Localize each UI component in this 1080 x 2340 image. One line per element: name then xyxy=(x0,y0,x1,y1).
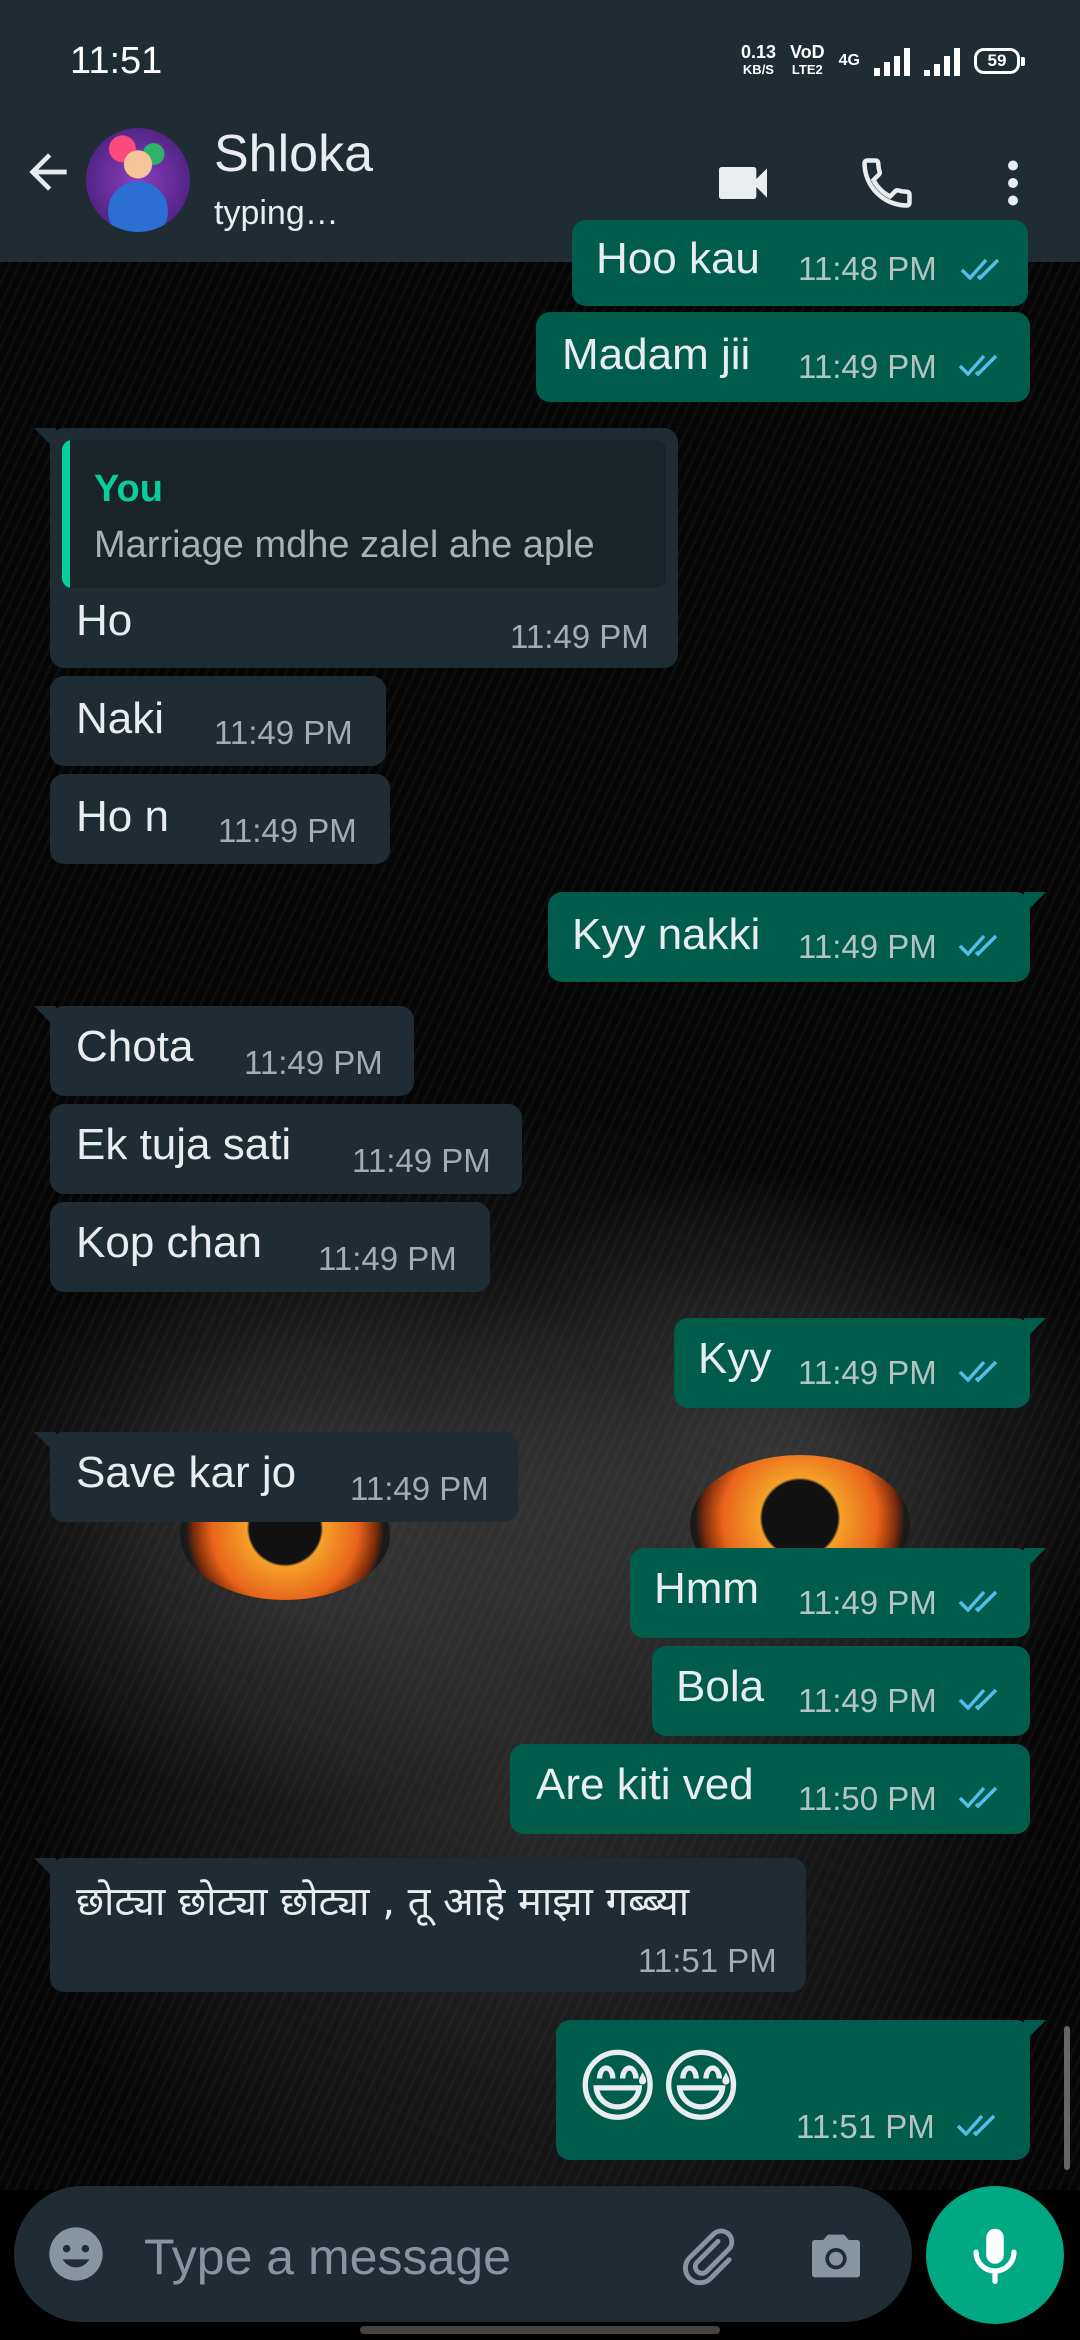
volte-indicator: VoD LTE2 xyxy=(789,42,825,77)
read-receipt-icon xyxy=(956,2114,996,2137)
scrollbar[interactable] xyxy=(1064,2026,1070,2170)
signal-icon xyxy=(874,46,910,76)
message-composer: Type a message xyxy=(14,2186,912,2322)
video-camera-icon[interactable] xyxy=(708,148,778,218)
message-text: छोट्या छोट्या छोट्या , तू आहे माझा गब्ब्… xyxy=(76,1879,690,1925)
message-text: Naki xyxy=(76,694,165,743)
message-outgoing[interactable]: Kyy nakki 11:49 PM xyxy=(548,892,1046,982)
message-time: 11:49 PM xyxy=(214,714,353,751)
message-text: Kyy nakki xyxy=(572,910,761,959)
message-time: 11:49 PM xyxy=(218,812,357,849)
message-incoming[interactable]: Ek tuja sati 11:49 PM xyxy=(50,1104,522,1194)
message-time: 11:49 PM xyxy=(350,1470,489,1507)
message-incoming[interactable]: छोट्या छोट्या छोट्या , तू आहे माझा गब्ब्… xyxy=(34,1858,806,1992)
emoji-message: 😅😅 xyxy=(576,2040,743,2133)
message-time: 11:51 PM xyxy=(638,1942,777,1979)
message-incoming[interactable]: You Marriage mdhe zalel ahe aple Ho 11:4… xyxy=(34,428,678,668)
message-text: Hmm xyxy=(654,1564,760,1613)
emoji-icon[interactable] xyxy=(44,2222,108,2286)
phone-icon[interactable] xyxy=(852,148,922,218)
message-time: 11:49 PM xyxy=(798,1354,937,1391)
read-receipt-icon xyxy=(960,258,1000,281)
read-receipt-icon xyxy=(958,1590,998,1613)
message-text: Kop chan xyxy=(76,1218,262,1267)
message-outgoing[interactable]: Kyy 11:49 PM xyxy=(674,1318,1046,1408)
message-time: 11:50 PM xyxy=(798,1780,937,1817)
battery-icon: 59 xyxy=(974,48,1025,74)
message-outgoing[interactable]: Hmm 11:49 PM xyxy=(630,1548,1046,1638)
contact-name[interactable]: Shloka xyxy=(214,124,373,184)
message-outgoing[interactable]: Hoo kau 11:48 PM xyxy=(572,220,1028,306)
message-text: Bola xyxy=(676,1662,765,1711)
message-incoming[interactable]: Naki 11:49 PM xyxy=(50,676,386,766)
message-time: 11:51 PM xyxy=(796,2108,935,2145)
signal-icon-2 xyxy=(924,46,960,76)
avatar[interactable] xyxy=(86,128,190,232)
quoted-message[interactable]: You Marriage mdhe zalel ahe aple xyxy=(62,440,666,588)
message-text: Save kar jo xyxy=(76,1448,297,1497)
message-time: 11:49 PM xyxy=(798,348,937,385)
status-bar: 11:51 0.13 KB/S VoD LTE2 4G 59 xyxy=(0,0,1080,96)
message-incoming[interactable]: Save kar jo 11:49 PM xyxy=(34,1432,518,1522)
message-text: Madam jii xyxy=(562,330,751,379)
network-speed: 0.13 KB/S xyxy=(740,42,776,77)
paperclip-icon[interactable] xyxy=(674,2224,738,2288)
read-receipt-icon xyxy=(958,1688,998,1711)
message-text: Ho n xyxy=(76,792,169,841)
message-text: Ho xyxy=(76,596,133,645)
read-receipt-icon xyxy=(958,934,998,957)
message-time: 11:49 PM xyxy=(798,1584,937,1621)
quote-author: You xyxy=(94,468,163,510)
read-receipt-icon xyxy=(958,1360,998,1383)
network-type: 4G xyxy=(838,52,860,69)
read-receipt-icon xyxy=(958,1786,998,1809)
message-input[interactable]: Type a message xyxy=(144,2228,511,2286)
message-outgoing[interactable]: Are kiti ved 11:50 PM xyxy=(510,1744,1030,1834)
arrow-left-icon[interactable] xyxy=(20,144,76,200)
message-outgoing[interactable]: 😅😅 11:51 PM xyxy=(556,2020,1046,2160)
message-text: Ek tuja sati xyxy=(76,1120,292,1169)
camera-icon[interactable] xyxy=(804,2224,868,2288)
read-receipt-icon xyxy=(958,354,998,377)
message-incoming[interactable]: Chota 11:49 PM xyxy=(34,1006,414,1096)
contact-status: typing… xyxy=(214,194,339,232)
message-time: 11:49 PM xyxy=(510,618,649,655)
message-incoming[interactable]: Ho n 11:49 PM xyxy=(50,774,390,864)
message-incoming[interactable]: Kop chan 11:49 PM xyxy=(50,1202,490,1292)
gesture-bar xyxy=(360,2326,720,2334)
message-time: 11:49 PM xyxy=(244,1044,383,1081)
more-vertical-icon[interactable] xyxy=(978,148,1048,218)
quote-text: Marriage mdhe zalel ahe aple xyxy=(94,524,595,566)
message-text: Chota xyxy=(76,1022,194,1071)
message-time: 11:49 PM xyxy=(352,1142,491,1179)
microphone-icon[interactable] xyxy=(926,2186,1064,2324)
status-icons: 0.13 KB/S VoD LTE2 4G 59 xyxy=(740,42,1025,78)
status-time: 11:51 xyxy=(70,40,163,82)
message-time: 11:49 PM xyxy=(798,1682,937,1719)
message-time: 11:48 PM xyxy=(798,250,937,287)
message-text: Kyy xyxy=(698,1334,772,1383)
message-time: 11:49 PM xyxy=(798,928,937,965)
message-time: 11:49 PM xyxy=(318,1240,457,1277)
message-outgoing[interactable]: Madam jii 11:49 PM xyxy=(536,312,1030,402)
message-outgoing[interactable]: Bola 11:49 PM xyxy=(652,1646,1030,1736)
message-text: Are kiti ved xyxy=(536,1760,754,1809)
message-text: Hoo kau xyxy=(596,234,760,283)
